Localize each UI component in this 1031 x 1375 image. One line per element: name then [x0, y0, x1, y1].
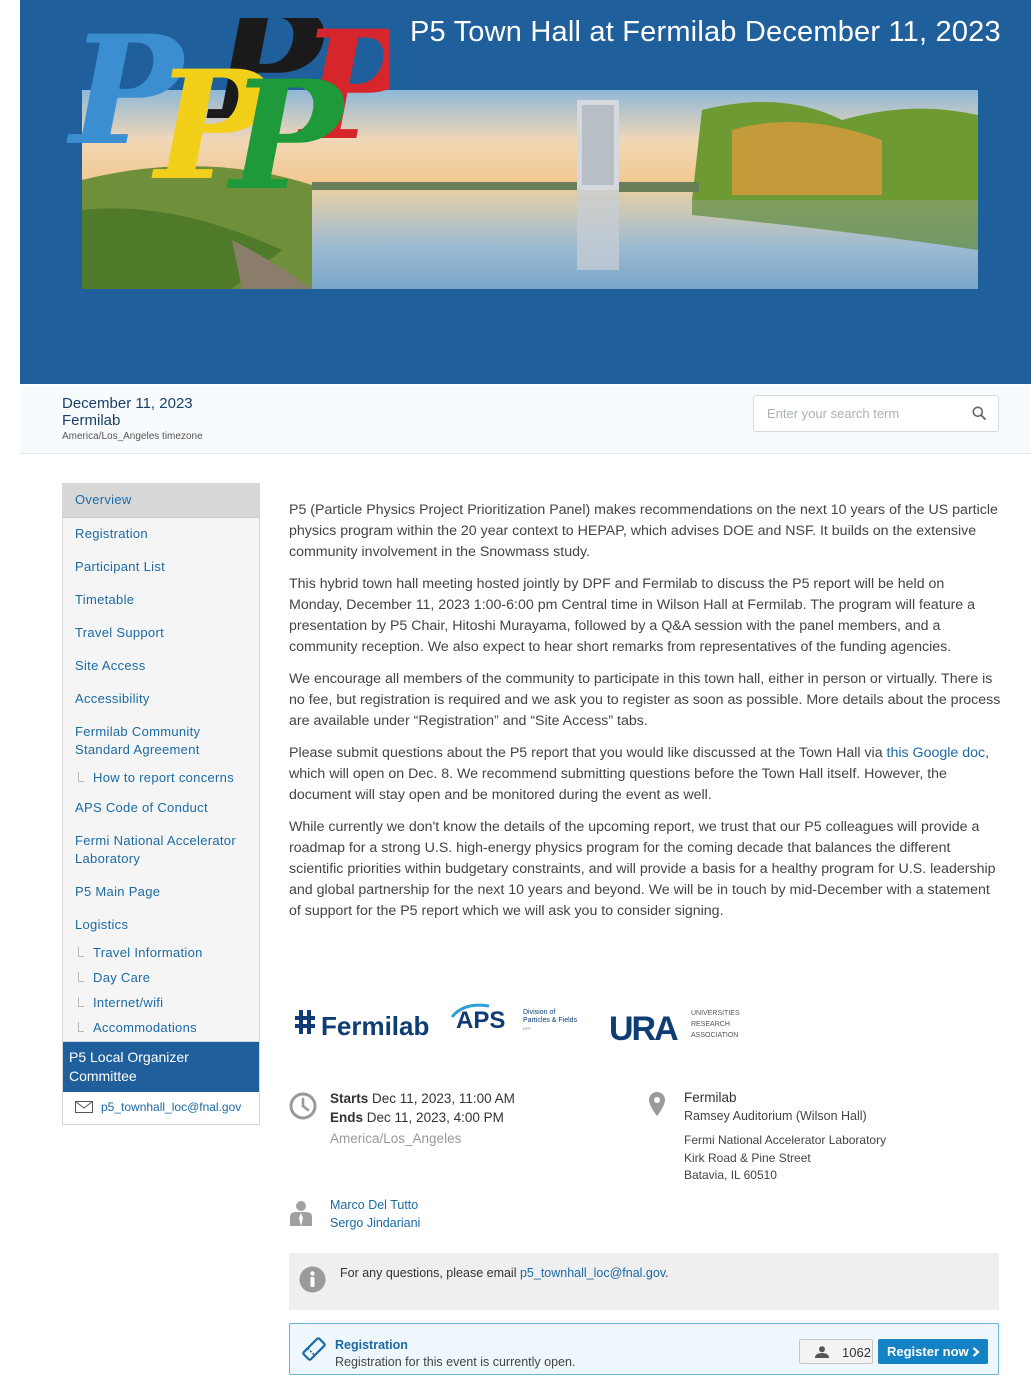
svg-text:UNIVERSITIES: UNIVERSITIES	[691, 1010, 740, 1017]
event-info-bar: December 11, 2023 Fermilab America/Los_A…	[20, 385, 1031, 454]
sidebar-item-participant-list[interactable]: Participant List	[63, 551, 259, 584]
end-time: Ends Dec 11, 2023, 4:00 PM	[330, 1110, 504, 1125]
description-paragraph: P5 (Particle Physics Project Prioritizat…	[289, 502, 998, 560]
sidebar-item-fermi-lab[interactable]: Fermi National Accelerator Laboratory	[63, 825, 259, 876]
user-icon	[815, 1346, 829, 1358]
registrant-count-badge: 1062	[799, 1339, 873, 1364]
sidebar-item-aps-code[interactable]: APS Code of Conduct	[63, 792, 259, 825]
organizer-email-row: p5_townhall_loc@fnal.gov	[63, 1092, 259, 1124]
register-button-label: Register now	[887, 1344, 969, 1359]
sidebar-item-label: Internet/wifi	[93, 995, 164, 1010]
registration-box: Registration Registration for this event…	[289, 1323, 999, 1375]
event-timezone: America/Los_Angeles timezone	[62, 431, 203, 442]
person-icon	[290, 1201, 312, 1226]
google-doc-link[interactable]: this Google doc	[887, 745, 986, 761]
sidebar-item-label: Accommodations	[93, 1020, 197, 1035]
sponsor-logos-graphic: Fermilab APS Division of Particles & Fie…	[295, 1003, 740, 1048]
sidebar-item-community-standard[interactable]: Fermilab Community Standard Agreement	[63, 716, 259, 767]
notice-text: For any questions, please email p5_townh…	[340, 1266, 669, 1280]
sidebar-item-label: Day Care	[93, 970, 151, 985]
sidebar-subitem-day-care[interactable]: Day Care	[63, 967, 259, 992]
location-name: Fermilab	[684, 1090, 737, 1105]
event-title: P5 Town Hall at Fermilab December 11, 20…	[410, 16, 1001, 48]
ticket-icon	[302, 1337, 326, 1361]
svg-text:ASSOCIATION: ASSOCIATION	[691, 1032, 738, 1039]
organizer-email-link[interactable]: p5_townhall_loc@fnal.gov	[101, 1100, 241, 1114]
chevron-right-icon	[973, 1347, 980, 1357]
clock-icon	[289, 1092, 317, 1120]
sidebar-item-overview[interactable]: Overview	[63, 484, 259, 518]
start-time: Starts Dec 11, 2023, 11:00 AM	[330, 1091, 515, 1106]
address-line: Kirk Road & Pine Street	[684, 1151, 811, 1165]
registration-status: Registration for this event is currently…	[335, 1355, 576, 1369]
search-box	[753, 395, 999, 432]
register-now-button[interactable]: Register now	[878, 1339, 988, 1364]
chairperson-link[interactable]: Marco Del Tutto	[330, 1198, 418, 1212]
description-paragraph: This hybrid town hall meeting hosted joi…	[289, 576, 976, 655]
sidebar-item-site-access[interactable]: Site Access	[63, 650, 259, 683]
registrant-count: 1062	[842, 1345, 871, 1360]
sidebar-item-registration[interactable]: Registration	[63, 518, 259, 551]
notice-email-link[interactable]: p5_townhall_loc@fnal.gov	[520, 1266, 665, 1280]
info-icon	[299, 1266, 326, 1293]
description-paragraph: While currently we don't know the detail…	[289, 819, 996, 919]
svg-text:DPF: DPF	[523, 1026, 532, 1031]
sidebar-item-label: Travel Information	[93, 945, 203, 960]
sidebar-subitem-travel-information[interactable]: Travel Information	[63, 942, 259, 967]
p5-logo: P P P P P	[60, 0, 417, 224]
sidebar-item-accessibility[interactable]: Accessibility	[63, 683, 259, 716]
chairpersons: Marco Del Tutto Sergo Jindariani	[289, 1196, 589, 1236]
sidebar-subitem-accommodations[interactable]: Accommodations	[63, 1017, 259, 1042]
organizer-contact-box: P5 Local Organizer Committee p5_townhall…	[62, 1041, 260, 1125]
sponsor-logos: Fermilab APS Division of Particles & Fie…	[289, 1000, 789, 1050]
event-date: December 11, 2023	[62, 395, 193, 412]
search-icon[interactable]	[972, 406, 986, 420]
sidebar-item-travel-support[interactable]: Travel Support	[63, 617, 259, 650]
location-room: Ramsey Auditorium (Wilson Hall)	[684, 1109, 867, 1123]
event-location: Fermilab Ramsey Auditorium (Wilson Hall)…	[648, 1090, 948, 1190]
aps-logo: APS Division of Particles & Fields DPF	[450, 1003, 578, 1034]
organizer-title: P5 Local Organizer Committee	[63, 1042, 259, 1092]
time-timezone: America/Los_Angeles	[330, 1131, 462, 1146]
chairperson-link[interactable]: Sergo Jindariani	[330, 1216, 420, 1230]
sidebar-subitem-internet[interactable]: Internet/wifi	[63, 992, 259, 1017]
description-paragraph: Please submit questions about the P5 rep…	[289, 743, 1001, 806]
sidebar-item-timetable[interactable]: Timetable	[63, 584, 259, 617]
ura-logo-text: URA	[609, 1010, 678, 1048]
tree-elbow-icon	[78, 947, 84, 957]
event-banner: P P P P P P5 Town Hall at Fermilab Decem…	[20, 0, 1031, 384]
ura-logo: URA UNIVERSITIES RESEARCH ASSOCIATION	[609, 1010, 740, 1048]
svg-text:P: P	[226, 48, 347, 208]
map-pin-icon	[649, 1092, 665, 1116]
address-line: Batavia, IL 60510	[684, 1168, 777, 1182]
registration-title: Registration	[335, 1338, 408, 1352]
aps-logo-text: APS	[456, 1007, 505, 1034]
svg-text:Particles & Fields: Particles & Fields	[523, 1017, 578, 1024]
sidebar-item-p5-main[interactable]: P5 Main Page	[63, 876, 259, 909]
event-time: Starts Dec 11, 2023, 11:00 AM Ends Dec 1…	[289, 1090, 619, 1160]
tree-elbow-icon	[78, 1022, 84, 1032]
envelope-icon	[75, 1101, 93, 1113]
fermilab-logo-text: Fermilab	[321, 1011, 429, 1041]
sidebar-menu: Overview Registration Participant List T…	[62, 483, 260, 1043]
address-line: Fermi National Accelerator Laboratory	[684, 1133, 887, 1147]
event-venue: Fermilab	[62, 412, 121, 429]
sidebar-subitem-report-concerns[interactable]: How to report concerns	[63, 767, 259, 792]
questions-notice: For any questions, please email p5_townh…	[289, 1253, 999, 1310]
tree-elbow-icon	[78, 772, 84, 782]
fermilab-logo: Fermilab	[295, 1010, 429, 1041]
description-paragraph: We encourage all members of the communit…	[289, 671, 1001, 729]
sidebar-item-logistics[interactable]: Logistics	[63, 909, 259, 942]
sidebar-item-label: How to report concerns	[93, 770, 234, 785]
tree-elbow-icon	[78, 997, 84, 1007]
paragraph-text: Please submit questions about the P5 rep…	[289, 745, 887, 761]
event-description: P5 (Particle Physics Project Prioritizat…	[289, 500, 1001, 933]
svg-text:Division of: Division of	[523, 1009, 555, 1016]
svg-text:RESEARCH: RESEARCH	[691, 1021, 730, 1028]
search-input[interactable]	[754, 396, 964, 431]
tree-elbow-icon	[78, 972, 84, 982]
